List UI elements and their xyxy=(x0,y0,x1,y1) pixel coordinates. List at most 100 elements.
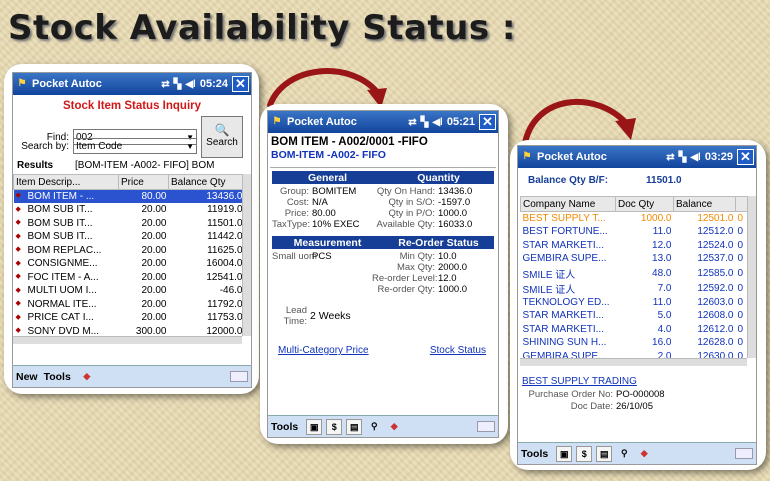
column-header[interactable]: Item Descrip... xyxy=(13,174,119,190)
tools-menu[interactable]: Tools xyxy=(44,371,71,383)
detail-company-link[interactable]: BEST SUPPLY TRADING xyxy=(522,376,756,387)
searchby-select[interactable]: Item Code ▼ xyxy=(73,138,197,154)
table-row[interactable]: ◆ PRICE CAT I... 20.00 11753.0 xyxy=(14,311,245,325)
table-row[interactable]: ◆ BOM SUB IT... 20.00 11919.0 xyxy=(14,203,245,217)
table-row[interactable]: BEST FORTUNE... 11.0 12512.0 0 xyxy=(521,225,757,239)
table-row[interactable]: ◆ NORMAL ITE... 20.00 11792.0 xyxy=(14,298,245,312)
column-header[interactable]: Price xyxy=(118,174,169,190)
table-cell: 20.00 xyxy=(119,311,169,325)
find-icon[interactable]: ⚲ xyxy=(616,446,632,462)
table-row[interactable]: ◆ CONSIGNME... 20.00 16004.0 xyxy=(14,257,245,271)
title-bar: ⚑ Pocket Autoc ⇄ ▚ ◀ǀ 05:24 ✕ xyxy=(13,73,251,95)
clock[interactable]: 05:24 xyxy=(200,78,228,90)
sync-icon[interactable]: ⇄ xyxy=(666,152,674,163)
signal-icon[interactable]: ▚ xyxy=(679,152,687,163)
column-header[interactable]: Balance xyxy=(673,196,736,212)
quantity-value: 16033.0 xyxy=(438,219,473,230)
table-row[interactable]: STAR MARKETI... 5.0 12608.0 0 xyxy=(521,309,757,323)
clock[interactable]: 03:29 xyxy=(705,151,733,163)
volume-icon[interactable]: ◀ǀ xyxy=(690,152,701,163)
search-button[interactable]: 🔍 Search xyxy=(201,116,243,158)
search-icon: 🔍 xyxy=(214,123,230,137)
table-row[interactable]: STAR MARKETI... 12.0 12524.0 0 xyxy=(521,239,757,253)
app-logo-icon[interactable]: ◆ xyxy=(79,369,95,385)
price-icon[interactable]: $ xyxy=(326,418,343,435)
general-label: Price: xyxy=(284,208,309,219)
table-row[interactable]: BEST SUPPLY T... 1000.0 12501.0 0 xyxy=(521,212,757,226)
table-cell: TEKNOLOGY ED... xyxy=(522,296,610,308)
app-logo-icon[interactable]: ◆ xyxy=(636,446,652,462)
table-cell: 11753.0 xyxy=(169,311,245,325)
new-menu[interactable]: New xyxy=(16,371,38,383)
general-row: Cost: N/A xyxy=(272,197,372,208)
table-cell: SMILE 证人 xyxy=(522,284,576,296)
table-row[interactable]: ◆ BOM SUB IT... 20.00 11501.0 xyxy=(14,217,245,231)
items-icon[interactable]: ▣ xyxy=(556,445,573,462)
table-row[interactable]: ◆ FOC ITEM - A... 20.00 12541.0 xyxy=(14,271,245,285)
keyboard-icon[interactable] xyxy=(230,371,248,382)
table-row[interactable]: SMILE 证人 7.0 12592.0 0 xyxy=(521,281,757,296)
table-row[interactable]: ◆ BOM SUB IT... 20.00 11442.0 xyxy=(14,230,245,244)
app-logo-icon[interactable]: ◆ xyxy=(386,419,402,435)
cell-text: 11625.0 xyxy=(207,244,243,256)
calculator-icon[interactable]: ▤ xyxy=(346,418,363,435)
column-header[interactable]: Company Name xyxy=(520,196,616,212)
start-flag-icon[interactable]: ⚑ xyxy=(15,77,29,91)
table-cell: ◆ BOM SUB IT... xyxy=(14,230,119,244)
multi-category-price-link[interactable]: Multi-Category Price xyxy=(278,345,369,356)
signal-icon[interactable]: ▚ xyxy=(174,79,182,90)
find-icon[interactable]: ⚲ xyxy=(366,419,382,435)
start-flag-icon[interactable]: ⚑ xyxy=(520,150,534,164)
vertical-scrollbar[interactable] xyxy=(242,174,251,336)
horizontal-scrollbar[interactable] xyxy=(13,336,242,344)
horizontal-scrollbar[interactable] xyxy=(520,358,747,366)
stock-status-link[interactable]: Stock Status xyxy=(430,345,486,356)
sync-icon[interactable]: ⇄ xyxy=(408,117,416,128)
quantity-header: Quantity xyxy=(417,171,460,184)
vertical-scrollbar[interactable] xyxy=(747,196,756,358)
cell-text: -46.0 xyxy=(219,285,243,297)
phone-3-card: ⚑ Pocket Autoc ⇄ ▚ ◀ǀ 03:29 ✕ Balance Qt… xyxy=(510,140,766,470)
keyboard-icon[interactable] xyxy=(477,421,495,432)
tools-menu[interactable]: Tools xyxy=(521,448,548,460)
item-icon: ◆ xyxy=(15,219,21,227)
table-row[interactable]: SMILE 证人 48.0 12585.0 0 xyxy=(521,266,757,281)
table-row[interactable]: GEMBIRA SUPE... 13.0 12537.0 0 xyxy=(521,252,757,266)
cell-text: BOM REPLAC... xyxy=(27,244,102,256)
chevron-down-icon[interactable]: ▼ xyxy=(186,142,196,151)
table-row[interactable]: ◆ BOM ITEM - ... 80.00 13436.0 xyxy=(13,189,245,203)
start-flag-icon[interactable]: ⚑ xyxy=(270,115,284,129)
signal-icon[interactable]: ▚ xyxy=(421,117,429,128)
table-cell: 80.00 xyxy=(118,189,169,203)
clock[interactable]: 05:21 xyxy=(447,116,475,128)
keyboard-icon[interactable] xyxy=(735,448,753,459)
close-icon[interactable]: ✕ xyxy=(737,149,754,165)
volume-icon[interactable]: ◀ǀ xyxy=(432,117,443,128)
close-icon[interactable]: ✕ xyxy=(232,76,249,92)
price-icon[interactable]: $ xyxy=(576,445,593,462)
general-label: Group: xyxy=(279,186,309,197)
cell-text: 80.00 xyxy=(141,191,167,202)
calculator-icon[interactable]: ▤ xyxy=(596,445,613,462)
volume-icon[interactable]: ◀ǀ xyxy=(185,79,196,90)
table-row[interactable]: STAR MARKETI... 4.0 12612.0 0 xyxy=(521,323,757,337)
tools-menu[interactable]: Tools xyxy=(271,421,298,433)
table-cell: BEST FORTUNE... xyxy=(522,226,608,238)
table-cell: ◆ MULTI UOM I... xyxy=(14,284,119,298)
table-row[interactable]: SHINING SUN H... 16.0 12628.0 0 xyxy=(521,336,757,350)
column-header[interactable]: Balance Qty xyxy=(168,174,245,190)
table-cell: 12501.0 xyxy=(697,213,734,224)
table-cell: 12524.0 xyxy=(697,239,734,251)
table-row[interactable]: ◆ BOM REPLAC... 20.00 11625.0 xyxy=(14,244,245,258)
table-row[interactable]: ◆ MULTI UOM I... 20.00 -46.0 xyxy=(14,284,245,298)
results-table: Item Descrip... Price Balance Qty ◆ BOM I… xyxy=(13,174,245,338)
table-row[interactable]: TEKNOLOGY ED... 11.0 12603.0 0 xyxy=(521,296,757,310)
phone-2-card: ⚑ Pocket Autoc ⇄ ▚ ◀ǀ 05:21 ✕ BOM ITEM -… xyxy=(260,104,508,444)
sync-icon[interactable]: ⇄ xyxy=(161,79,169,90)
items-icon[interactable]: ▣ xyxy=(306,418,323,435)
table-cell: 20.00 xyxy=(119,203,169,217)
item-title: BOM ITEM - A002/0001 -FIFO xyxy=(271,136,428,148)
column-header[interactable]: Doc Qty xyxy=(615,196,674,212)
close-icon[interactable]: ✕ xyxy=(479,114,496,130)
table-cell: ◆ BOM REPLAC... xyxy=(14,244,119,258)
